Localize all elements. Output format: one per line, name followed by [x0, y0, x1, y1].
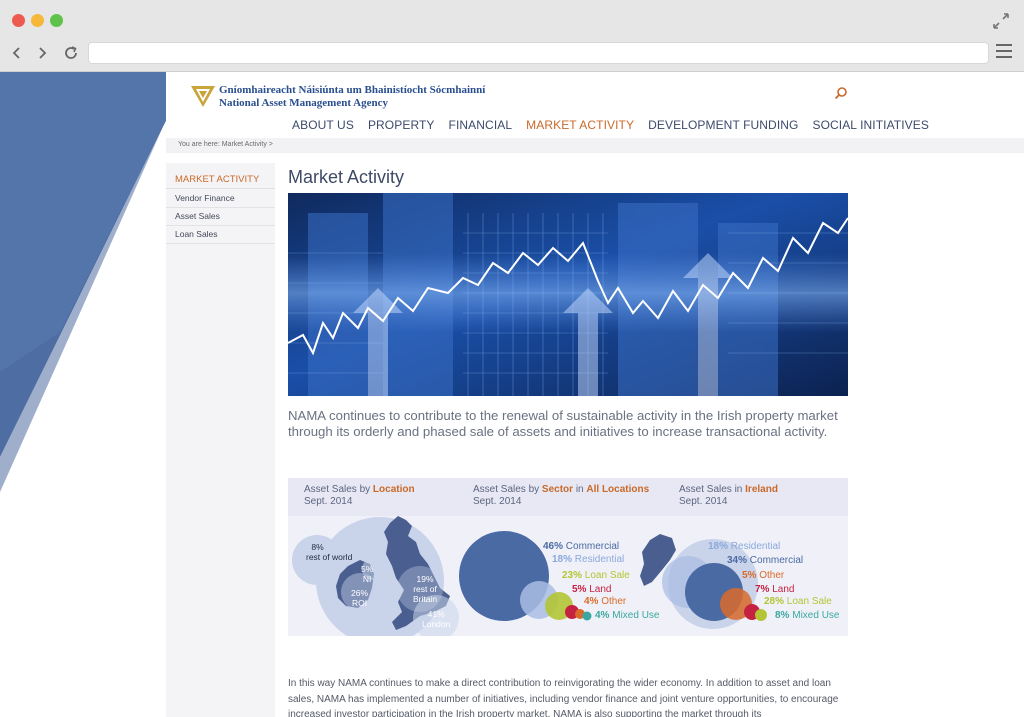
nav-property[interactable]: PROPERTY	[368, 118, 435, 132]
sector-loan-sale-text: Loan Sale	[584, 570, 630, 581]
sector-mixed-use-pct: 4%	[595, 610, 610, 621]
ireland-commercial-text: Commercial	[749, 555, 804, 566]
ireland-legend-other: 5% Other	[742, 569, 784, 582]
body-paragraph: In this way NAMA continues to make a dir…	[288, 678, 839, 717]
menu-icon[interactable]	[996, 44, 1012, 58]
location-ni-text: NI	[362, 574, 372, 584]
address-bar[interactable]	[88, 42, 989, 64]
lead-paragraph: NAMA continues to contribute to the rene…	[288, 408, 838, 439]
main-navigation: ABOUT US PROPERTY FINANCIAL MARKET ACTIV…	[292, 118, 943, 132]
search-icon[interactable]	[834, 86, 848, 100]
sector-legend-loan-sale: 23% Loan Sale	[562, 569, 630, 582]
location-ni-label: 5% NI	[361, 564, 373, 584]
sector-loan-sale-pct: 23%	[562, 570, 583, 581]
location-roi-text: ROI	[351, 598, 368, 608]
back-arrow-icon[interactable]	[8, 43, 26, 63]
asset-sales-infographic: Asset Sales by Location Sept. 2014 Asset…	[288, 478, 848, 636]
sidebar-heading-market-activity[interactable]: MARKET ACTIVITY	[166, 171, 275, 189]
ireland-mixed-use-pct: 8%	[775, 610, 790, 621]
ireland-other-pct: 5%	[742, 570, 757, 581]
sector-commercial-pct: 46%	[543, 541, 564, 552]
fullscreen-icon[interactable]	[991, 11, 1011, 31]
nav-about-us[interactable]: ABOUT US	[292, 118, 354, 132]
ireland-other-text: Other	[759, 570, 785, 581]
location-rest-of-world-label: 8% rest of world	[306, 542, 352, 562]
location-rest-of-world-text: rest of world	[306, 552, 353, 562]
ireland-mixed-use-text: Mixed Use	[792, 610, 840, 621]
minimize-window-button[interactable]	[31, 14, 44, 27]
ireland-loan-sale-bubble	[755, 609, 767, 621]
location-roi-pct: 26%	[351, 588, 369, 598]
location-rest-of-britain-pct: 19%	[416, 574, 434, 584]
sector-legend-residential: 18% Residential	[552, 553, 624, 566]
nav-social-initiatives[interactable]: SOCIAL INITIATIVES	[812, 118, 929, 132]
ireland-residential-text: Residential	[730, 541, 781, 552]
maximize-window-button[interactable]	[50, 14, 63, 27]
location-london-text: London	[422, 619, 451, 629]
nav-development-funding[interactable]: DEVELOPMENT FUNDING	[648, 118, 798, 132]
sector-legend-mixed-use: 4% Mixed Use	[595, 609, 659, 622]
ireland-commercial-pct: 34%	[727, 555, 748, 566]
sidebar-item-loan-sales[interactable]: Loan Sales	[166, 226, 275, 244]
sector-mixed-use-bubble	[582, 611, 592, 621]
sector-land-text: Land	[589, 584, 612, 595]
nama-logo-icon[interactable]	[190, 84, 216, 108]
agency-name-irish: Gníomhaireacht Náisiúnta um Bhainistíoch…	[219, 84, 486, 96]
ireland-legend-loan-sale: 28% Loan Sale	[764, 595, 832, 608]
ireland-residential-pct: 18%	[708, 541, 729, 552]
page-title: Market Activity	[288, 167, 405, 187]
sector-legend-commercial: 46% Commercial	[543, 540, 619, 553]
location-london-pct: 41%	[427, 609, 445, 619]
ireland-land-pct: 7%	[755, 584, 770, 595]
sector-other-pct: 4%	[584, 596, 599, 607]
breadcrumb-bar	[166, 138, 1024, 153]
forward-arrow-icon[interactable]	[33, 43, 51, 63]
ireland-loan-sale-pct: 28%	[764, 596, 785, 607]
location-ni-pct: 5%	[361, 564, 374, 574]
breadcrumb: You are here: Market Activity >	[178, 141, 273, 148]
browser-chrome	[0, 0, 1024, 72]
nav-market-activity[interactable]: MARKET ACTIVITY	[526, 118, 634, 132]
location-rest-of-britain-label: 19% rest of Britain	[406, 574, 444, 604]
ireland-legend-mixed-use: 8% Mixed Use	[775, 609, 839, 622]
sector-mixed-use-text: Mixed Use	[612, 610, 660, 621]
market-activity-banner-image	[288, 193, 848, 396]
location-rest-of-world-pct: 8%	[311, 542, 324, 552]
sidebar: MARKET ACTIVITY Vendor Finance Asset Sal…	[166, 163, 275, 717]
sidebar-item-vendor-finance[interactable]: Vendor Finance	[166, 190, 275, 208]
agency-name-english: National Asset Management Agency	[219, 97, 388, 109]
location-rest-of-britain-text: rest of Britain	[412, 584, 438, 604]
location-roi-label: 26% ROI	[351, 588, 368, 608]
sector-residential-pct: 18%	[552, 554, 573, 565]
sector-residential-text: Residential	[574, 554, 625, 565]
sector-commercial-text: Commercial	[565, 541, 620, 552]
sidebar-item-asset-sales[interactable]: Asset Sales	[166, 208, 275, 226]
sector-other-text: Other	[601, 596, 627, 607]
sector-legend-other: 4% Other	[584, 595, 626, 608]
close-window-button[interactable]	[12, 14, 25, 27]
reload-icon[interactable]	[62, 43, 80, 63]
location-london-label: 41% London	[422, 609, 450, 629]
ireland-loan-sale-text: Loan Sale	[786, 596, 832, 607]
ireland-legend-commercial: 34% Commercial	[727, 554, 803, 567]
ireland-legend-residential: 18% Residential	[708, 540, 780, 553]
sector-land-pct: 5%	[572, 584, 587, 595]
nav-financial[interactable]: FINANCIAL	[449, 118, 513, 132]
agency-name[interactable]: Gníomhaireacht Náisiúnta um Bhainistíoch…	[219, 84, 485, 110]
ireland-land-text: Land	[772, 584, 795, 595]
